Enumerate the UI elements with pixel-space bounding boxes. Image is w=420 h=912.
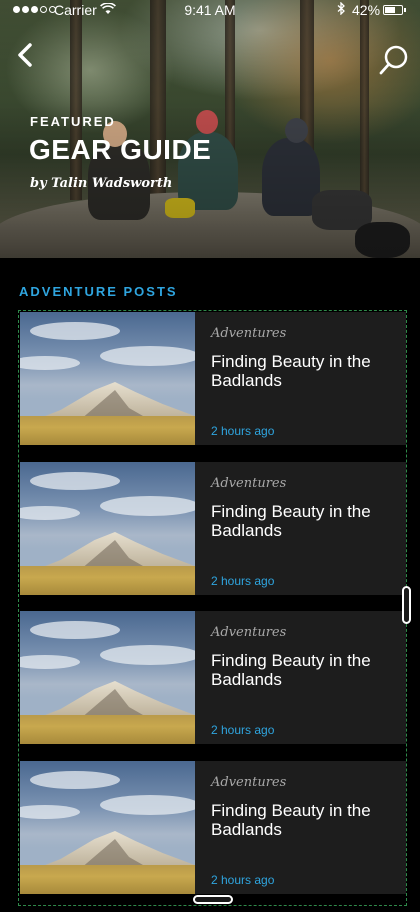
hero-title[interactable]: GEAR GUIDE	[29, 134, 211, 166]
post-category: Adventures	[211, 326, 287, 341]
hero-banner[interactable]	[0, 0, 420, 258]
post-card[interactable]: Adventures Finding Beauty in the Badland…	[20, 462, 406, 595]
search-icon	[379, 45, 408, 75]
post-timestamp: 2 hours ago	[211, 424, 275, 438]
section-title: ADVENTURE POSTS	[19, 284, 178, 299]
post-card[interactable]: Adventures Finding Beauty in the Badland…	[20, 312, 406, 445]
post-thumbnail	[20, 312, 195, 445]
post-title[interactable]: Finding Beauty in the Badlands	[211, 502, 391, 540]
post-list[interactable]: Adventures Finding Beauty in the Badland…	[18, 310, 407, 906]
chevron-left-icon	[18, 43, 32, 67]
back-button[interactable]	[14, 40, 38, 70]
featured-label: FEATURED	[30, 114, 116, 129]
post-timestamp: 2 hours ago	[211, 723, 275, 737]
post-category: Adventures	[211, 476, 287, 491]
post-category: Adventures	[211, 625, 287, 640]
post-thumbnail	[20, 462, 195, 595]
post-timestamp: 2 hours ago	[211, 574, 275, 588]
horizontal-resize-handle[interactable]	[193, 895, 233, 904]
search-button[interactable]	[378, 44, 410, 76]
hero-byline: by Talin Wadsworth	[30, 176, 173, 191]
post-card[interactable]: Adventures Finding Beauty in the Badland…	[20, 761, 406, 894]
post-title[interactable]: Finding Beauty in the Badlands	[211, 651, 391, 689]
post-thumbnail	[20, 611, 195, 744]
post-timestamp: 2 hours ago	[211, 873, 275, 887]
status-bar: Carrier 9:41 AM 42%	[0, 0, 420, 20]
battery-percentage: 42%	[352, 2, 381, 18]
post-category: Adventures	[211, 775, 287, 790]
vertical-resize-handle[interactable]	[402, 586, 411, 624]
bluetooth-icon	[337, 1, 346, 18]
post-title[interactable]: Finding Beauty in the Badlands	[211, 352, 391, 390]
post-thumbnail	[20, 761, 195, 894]
post-card[interactable]: Adventures Finding Beauty in the Badland…	[20, 611, 406, 744]
battery-icon	[383, 5, 406, 15]
post-title[interactable]: Finding Beauty in the Badlands	[211, 801, 391, 839]
